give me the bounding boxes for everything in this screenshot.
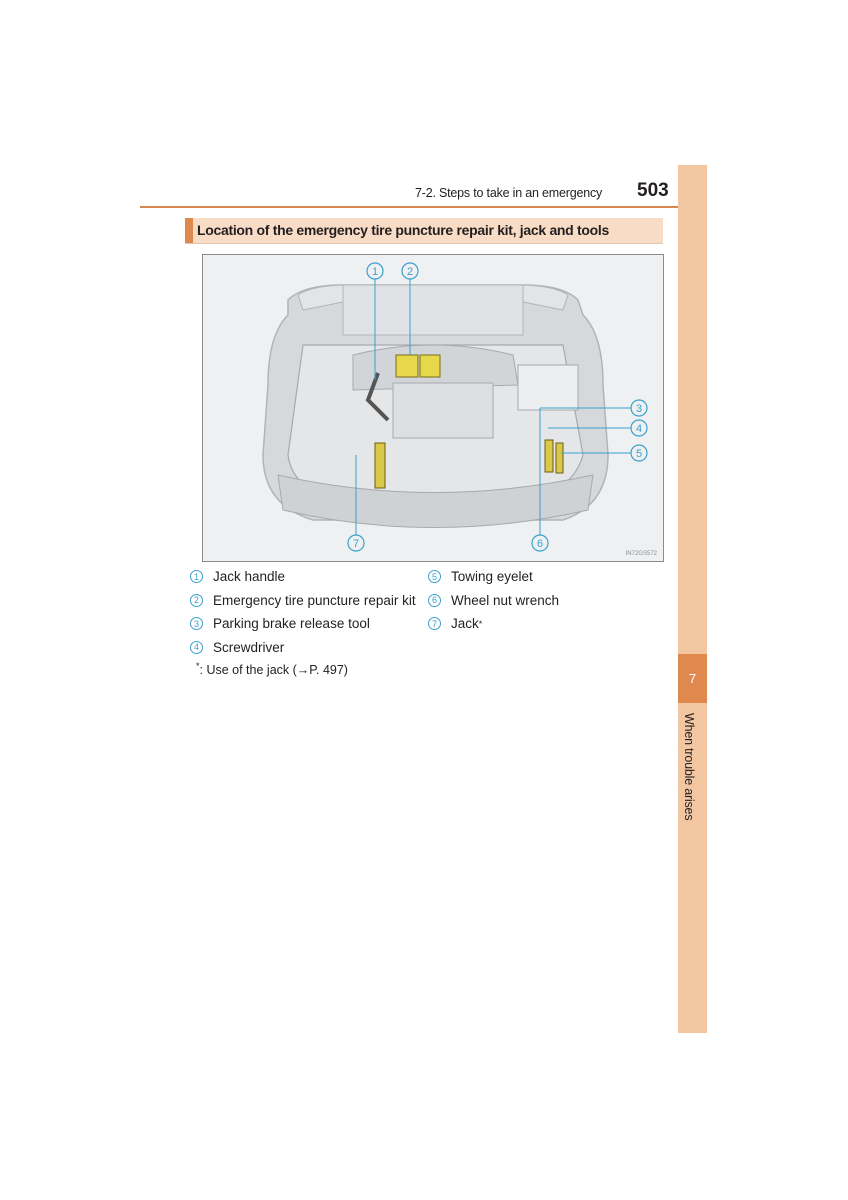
legend-item: 1 Jack handle — [190, 565, 416, 589]
legend-item: 4 Screwdriver — [190, 636, 416, 660]
legend-left-column: 1 Jack handle 2 Emergency tire puncture re… — [190, 565, 416, 659]
legend-label: Emergency tire puncture repair kit — [213, 592, 416, 608]
legend-right-column: 5 Towing eyelet 6 Wheel nut wrench 7 Jack * — [428, 565, 559, 636]
callout-number-icon: 2 — [190, 593, 203, 607]
footnote-mark: * — [478, 618, 483, 629]
chapter-side-tab — [678, 165, 707, 1033]
legend-label: Jack handle — [213, 569, 286, 585]
page-number: 503 — [637, 180, 669, 201]
legend-item: 6 Wheel nut wrench — [428, 589, 559, 613]
callout-number-5: 5 — [636, 448, 642, 460]
footnote-text: : Use of the jack (→P. 497) — [199, 663, 348, 678]
repair-kit-shape — [395, 354, 419, 378]
legend-item: 5 Towing eyelet — [428, 565, 559, 589]
legend-item: 3 Parking brake release tool — [190, 612, 416, 636]
trunk-illustration: 1 2 3 4 5 6 7 IN72GS572 — [202, 254, 664, 562]
chapter-label: When trouble arises — [682, 713, 696, 821]
trunk-lid — [342, 284, 524, 336]
section-title-bar: Location of the emergency tire puncture … — [185, 218, 663, 244]
callout-number-icon: 5 — [428, 570, 441, 584]
callout-number-4: 4 — [636, 423, 642, 435]
callout-number-icon: 7 — [428, 617, 441, 631]
legend-label: Screwdriver — [213, 639, 285, 655]
callout-number-7: 7 — [353, 538, 359, 550]
towing-eyelet-shape — [555, 442, 564, 474]
section-reference: 7-2. Steps to take in an emergency — [415, 186, 603, 200]
chapter-number: 7 — [678, 654, 707, 703]
callout-number-icon: 4 — [190, 640, 203, 654]
callout-number-icon: 1 — [190, 570, 203, 584]
legend-label: Wheel nut wrench — [451, 592, 560, 608]
legend-item: 2 Emergency tire puncture repair kit — [190, 589, 416, 613]
callout-number-3: 3 — [636, 403, 642, 415]
spare-box — [392, 382, 494, 439]
legend-label: Parking brake release tool — [213, 616, 370, 632]
footnote: *: Use of the jack (→P. 497) — [196, 661, 348, 677]
title-accent — [185, 218, 193, 243]
legend-label: Jack — [451, 616, 479, 632]
wrench-shape — [544, 439, 554, 473]
callout-number-icon: 3 — [190, 617, 203, 631]
legend-label: Towing eyelet — [451, 569, 533, 585]
callout-number-2: 2 — [407, 266, 413, 278]
repair-kit-bottle — [419, 354, 441, 378]
callout-number-1: 1 — [372, 266, 378, 278]
legend-item: 7 Jack * — [428, 612, 559, 636]
car-trunk-drawing: 1 2 3 4 5 6 7 — [262, 262, 648, 552]
jack-shape — [374, 442, 386, 489]
side-panel-cover — [517, 364, 579, 411]
figure-code: IN72GS572 — [625, 551, 657, 557]
callout-number-icon: 6 — [428, 593, 441, 607]
callout-number-6: 6 — [537, 538, 543, 550]
header-rule — [140, 206, 707, 208]
section-title: Location of the emergency tire puncture … — [197, 222, 609, 238]
